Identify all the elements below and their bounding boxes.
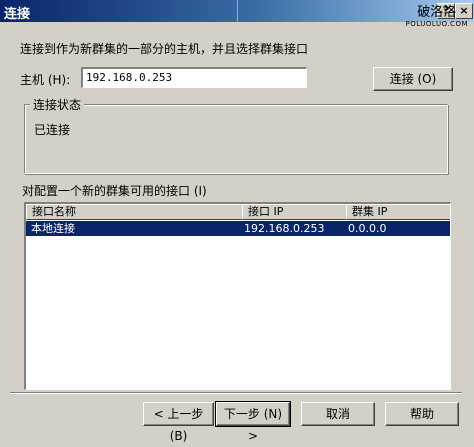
- host-label: 主机 (H):: [20, 71, 70, 88]
- watermark-sub: POLUOLUO.COM: [405, 20, 468, 28]
- window-title: 连接: [4, 7, 31, 22]
- column-interface-name[interactable]: 接口名称: [26, 204, 243, 220]
- connect-button[interactable]: 连接 (O): [373, 67, 453, 91]
- interfaces-label: 对配置一个新的群集可用的接口 (I): [22, 184, 207, 198]
- connection-status-group: [24, 104, 448, 174]
- help-button[interactable]: 帮助: [385, 402, 459, 426]
- watermark-logo: 破洛洛 POLUOLUO.COM: [405, 5, 468, 29]
- cancel-button[interactable]: 取消: [301, 402, 375, 426]
- instruction-text: 连接到作为新群集的一部分的主机，并且选择群集接口: [20, 42, 309, 56]
- table-row[interactable]: 本地连接 192.168.0.253 0.0.0.0: [26, 221, 450, 236]
- watermark-main: 破洛洛: [417, 5, 457, 20]
- title-bar: 连接 ? ×: [0, 0, 474, 22]
- host-input[interactable]: 192.168.0.253: [81, 67, 307, 88]
- column-interface-ip[interactable]: 接口 IP: [242, 204, 347, 220]
- back-button[interactable]: < 上一步 (B): [143, 402, 214, 443]
- footer-separator: [10, 392, 462, 394]
- row-interface-ip: 192.168.0.253: [244, 222, 325, 235]
- row-interface-name: 本地连接: [31, 222, 75, 235]
- next-button[interactable]: 下一步 (N) >: [215, 401, 291, 443]
- connection-status-title: 连接状态: [30, 96, 85, 113]
- host-label-text: 主机 (H):: [20, 73, 71, 87]
- row-cluster-ip: 0.0.0.0: [348, 222, 387, 235]
- column-cluster-ip[interactable]: 群集 IP: [346, 204, 450, 220]
- interfaces-list[interactable]: 接口名称 接口 IP 群集 IP 本地连接 192.168.0.253 0.0.…: [24, 202, 451, 390]
- connection-status-value: 已连接: [34, 123, 71, 137]
- list-header: 接口名称 接口 IP 群集 IP: [26, 204, 450, 220]
- title-divider: [237, 0, 238, 22]
